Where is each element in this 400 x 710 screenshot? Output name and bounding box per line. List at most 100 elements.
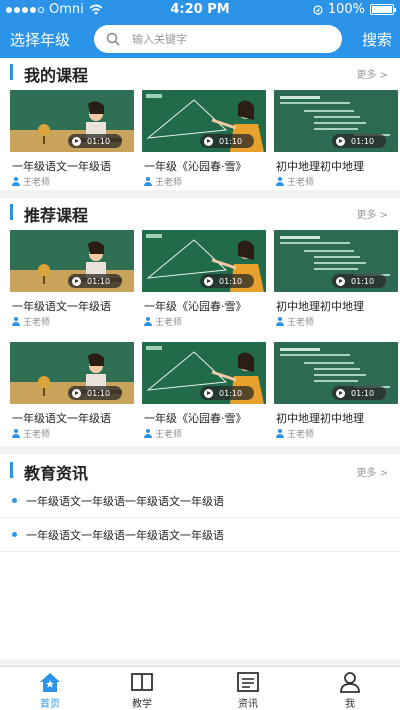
play-icon xyxy=(72,276,81,286)
duration-badge: 01:10 xyxy=(332,386,386,400)
play-icon xyxy=(336,136,345,146)
search-button[interactable]: 搜索 xyxy=(362,29,392,50)
course-card[interactable]: 01:10 初中地理初中地理王老师 xyxy=(274,342,398,442)
course-card[interactable]: 01:10 一年级语文一年级语 王老师 xyxy=(10,90,134,190)
course-title: 一年级语文一年级语 xyxy=(12,160,111,173)
tab-me[interactable]: 我 xyxy=(300,667,400,710)
tab-home[interactable]: 首页 xyxy=(0,667,100,710)
person-icon xyxy=(276,177,284,186)
video-thumbnail[interactable]: 01:10 xyxy=(10,90,134,152)
battery-icon xyxy=(370,4,396,15)
play-icon xyxy=(204,136,213,146)
course-title: 初中地理初中地理 xyxy=(276,412,364,425)
more-link[interactable]: 更多 > xyxy=(356,464,388,479)
teacher-info: 王老师 xyxy=(12,175,50,188)
play-icon xyxy=(72,388,81,398)
teacher-info: 王老师 xyxy=(144,315,182,328)
duration-badge: 01:10 xyxy=(200,134,254,148)
video-thumbnail[interactable]: 01:10 xyxy=(142,230,266,292)
news-title: 一年级语文一年级语一年级语文一年级语 xyxy=(26,529,224,542)
duration-text: 01:10 xyxy=(351,388,375,398)
teacher-info: 王老师 xyxy=(276,175,314,188)
section-header: 教育资讯 更多 > xyxy=(0,456,400,484)
duration-badge: 01:10 xyxy=(200,386,254,400)
section-header: 我的课程 更多 > xyxy=(0,58,400,86)
video-thumbnail[interactable]: 01:10 xyxy=(274,90,398,152)
duration-text: 01:10 xyxy=(351,136,375,146)
duration-text: 01:10 xyxy=(219,388,243,398)
duration-badge: 01:10 xyxy=(200,274,254,288)
teacher-info: 王老师 xyxy=(12,427,50,440)
video-thumbnail[interactable]: 01:10 xyxy=(274,230,398,292)
teacher-name: 王老师 xyxy=(155,178,183,188)
course-card[interactable]: 01:10 一年级语文一年级语 王老师 xyxy=(10,342,134,442)
bottom-tab-bar: 首页 教学 资讯 我 xyxy=(0,666,400,710)
play-icon xyxy=(204,276,213,286)
status-bar: Omni 4:20 PM 100% xyxy=(0,0,400,20)
section-accent-bar xyxy=(10,64,13,80)
my-courses-section: 我的课程 更多 > 01:10 一年级语文一年级语 王老师 01:10 一年级《沁园春·… xyxy=(0,58,400,190)
search-input[interactable] xyxy=(132,32,312,46)
search-icon xyxy=(106,32,120,46)
course-card[interactable]: 01:10 一年级《沁园春·雪》 王老师 xyxy=(142,230,266,330)
video-thumbnail[interactable]: 01:10 xyxy=(10,230,134,292)
course-row: 01:10 一年级语文一年级语 王老师 01:10 一年级《沁园春·雪》 王老师 01:10… xyxy=(10,90,398,190)
tab-label: 资讯 xyxy=(238,699,258,710)
course-card[interactable]: 01:10 初中地理初中地理 王老师 xyxy=(274,230,398,330)
person-icon xyxy=(144,177,152,186)
video-thumbnail[interactable]: 01:10 xyxy=(10,342,134,404)
video-thumbnail[interactable]: 01:10 xyxy=(142,342,266,404)
person-icon xyxy=(276,429,284,438)
duration-badge: 01:10 xyxy=(68,274,122,288)
more-link[interactable]: 更多 > xyxy=(356,206,388,221)
tab-label: 首页 xyxy=(40,699,60,710)
search-box[interactable] xyxy=(94,25,342,53)
bullet-dot xyxy=(12,532,17,537)
duration-badge: 01:10 xyxy=(68,386,122,400)
play-icon xyxy=(204,388,213,398)
more-link[interactable]: 更多 > xyxy=(356,66,388,81)
bullet-dot xyxy=(12,498,17,503)
teacher-name: 王老师 xyxy=(287,430,315,440)
course-row: 01:10 一年级语文一年级语 王老师 01:10 一年级《沁园春·雪》 王老师 01:10… xyxy=(10,342,398,442)
duration-badge: 01:10 xyxy=(68,134,122,148)
person-icon xyxy=(144,317,152,326)
course-title: 一年级《沁园春·雪》 xyxy=(144,160,247,173)
course-title: 一年级《沁园春·雪》 xyxy=(144,412,247,425)
teacher-info: 王老师 xyxy=(12,315,50,328)
course-card[interactable]: 01:10 一年级《沁园春·雪》 王老师 xyxy=(142,342,266,442)
course-title: 初中地理初中地理 xyxy=(276,300,364,313)
video-thumbnail[interactable]: 01:10 xyxy=(142,90,266,152)
video-thumbnail[interactable]: 01:10 xyxy=(274,342,398,404)
battery-percent: 100% xyxy=(327,2,365,17)
person-icon xyxy=(12,429,20,438)
section-title: 推荐课程 xyxy=(24,206,89,225)
duration-text: 01:10 xyxy=(87,136,111,146)
course-card[interactable]: 01:10 初中地理初中地理王老师 xyxy=(274,90,398,190)
teacher-name: 王老师 xyxy=(287,178,315,188)
person-icon xyxy=(12,317,20,326)
play-icon xyxy=(72,136,81,146)
course-title: 一年级语文一年级语 xyxy=(12,300,111,313)
duration-text: 01:10 xyxy=(87,388,111,398)
duration-text: 01:10 xyxy=(351,276,375,286)
duration-badge: 01:10 xyxy=(332,134,386,148)
news-item[interactable]: 一年级语文一年级语一年级语文一年级语 xyxy=(0,484,400,518)
course-card[interactable]: 01:10 一年级语文一年级语 王老师 xyxy=(10,230,134,330)
tab-label: 教学 xyxy=(132,699,152,710)
course-title: 初中地理初中地理 xyxy=(276,160,364,173)
news-item[interactable]: 一年级语文一年级语一年级语文一年级语 xyxy=(0,518,400,552)
grade-selector-button[interactable]: 选择年级 xyxy=(10,29,70,50)
teacher-name: 王老师 xyxy=(155,318,183,328)
duration-text: 01:10 xyxy=(87,276,111,286)
course-card[interactable]: 01:10 一年级《沁园春·雪》王老师 xyxy=(142,90,266,190)
play-icon xyxy=(336,276,345,286)
teacher-info: 王老师 xyxy=(276,315,314,328)
tab-news[interactable]: 资讯 xyxy=(198,667,298,710)
home-icon xyxy=(40,673,60,692)
duration-text: 01:10 xyxy=(219,276,243,286)
tab-teaching[interactable]: 教学 xyxy=(92,667,192,710)
tab-label: 我 xyxy=(345,699,355,710)
teacher-name: 王老师 xyxy=(23,430,51,440)
top-bar: Omni 4:20 PM 100% 选择年级 搜索 xyxy=(0,0,400,64)
